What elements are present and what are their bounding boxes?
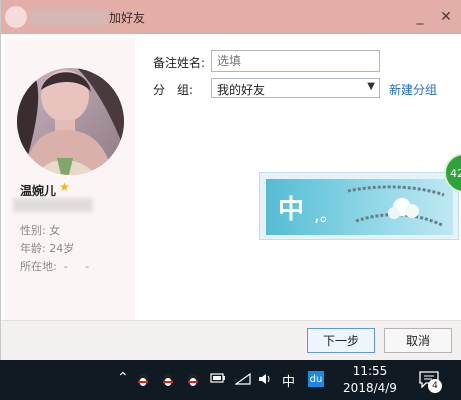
wifi-icon[interactable]: [234, 372, 251, 389]
qq-penguin-icon[interactable]: [186, 372, 200, 391]
remark-input[interactable]: [211, 50, 380, 72]
ime-mode: 中: [278, 195, 305, 225]
group-label: 分 组:: [153, 83, 194, 97]
group-select[interactable]: 我的好友 ▼: [211, 78, 380, 98]
group-select-value: 我的好友: [217, 83, 266, 97]
qq-penguin-icon[interactable]: [161, 372, 175, 391]
clock-time: 11:55: [352, 364, 388, 378]
age-info: 年龄: 24岁: [20, 242, 75, 255]
taskbar: ⌃ 中 du 11:55 2018/4/9 4: [0, 360, 461, 400]
profile-panel: 温婉儿 ★ 性别: 女 年龄: 24岁 所在地: - -: [5, 38, 135, 320]
star-icon: ★: [59, 180, 70, 194]
titlebar[interactable]: 加好友 _ ✕: [1, 0, 461, 34]
ime-punct: ,。: [314, 205, 338, 226]
clock-date: 2018/4/9: [343, 381, 397, 395]
ime-toolbar[interactable]: 中 ,。: [259, 172, 459, 240]
notification-count: 4: [428, 379, 442, 393]
bracelet-decoration: [347, 185, 445, 227]
qq-penguin-icon[interactable]: [136, 372, 150, 391]
minimize-button[interactable]: _: [409, 6, 431, 28]
window-title: 加好友: [109, 11, 146, 25]
title-avatar: [5, 6, 27, 28]
title-redacted-text: [29, 9, 109, 26]
chevron-up-icon[interactable]: ⌃: [117, 370, 129, 386]
ime-indicator[interactable]: 中: [282, 371, 295, 390]
volume-icon[interactable]: [257, 372, 273, 389]
badge-count: 42: [450, 166, 461, 180]
location-info: 所在地: - -: [20, 260, 90, 273]
next-button[interactable]: 下一步: [307, 328, 375, 353]
ime-skin: 中 ,。: [266, 179, 453, 235]
avatar-image: [17, 68, 124, 175]
redacted-account: [13, 198, 93, 212]
gender-info: 性别: 女: [20, 224, 61, 237]
battery-icon[interactable]: [210, 372, 226, 387]
clock[interactable]: 11:55 2018/4/9: [340, 363, 400, 397]
minimize-icon: _: [416, 9, 424, 25]
avatar[interactable]: [17, 68, 124, 175]
close-button[interactable]: ✕: [435, 6, 457, 28]
remark-label: 备注姓名:: [153, 56, 206, 70]
new-group-link[interactable]: 新建分组: [389, 81, 437, 98]
chevron-down-icon: ▼: [367, 81, 375, 92]
nickname: 温婉儿: [20, 184, 57, 198]
cancel-button[interactable]: 取消: [384, 328, 452, 353]
baidu-ime-icon[interactable]: du: [308, 371, 324, 387]
close-icon: ✕: [440, 9, 452, 25]
